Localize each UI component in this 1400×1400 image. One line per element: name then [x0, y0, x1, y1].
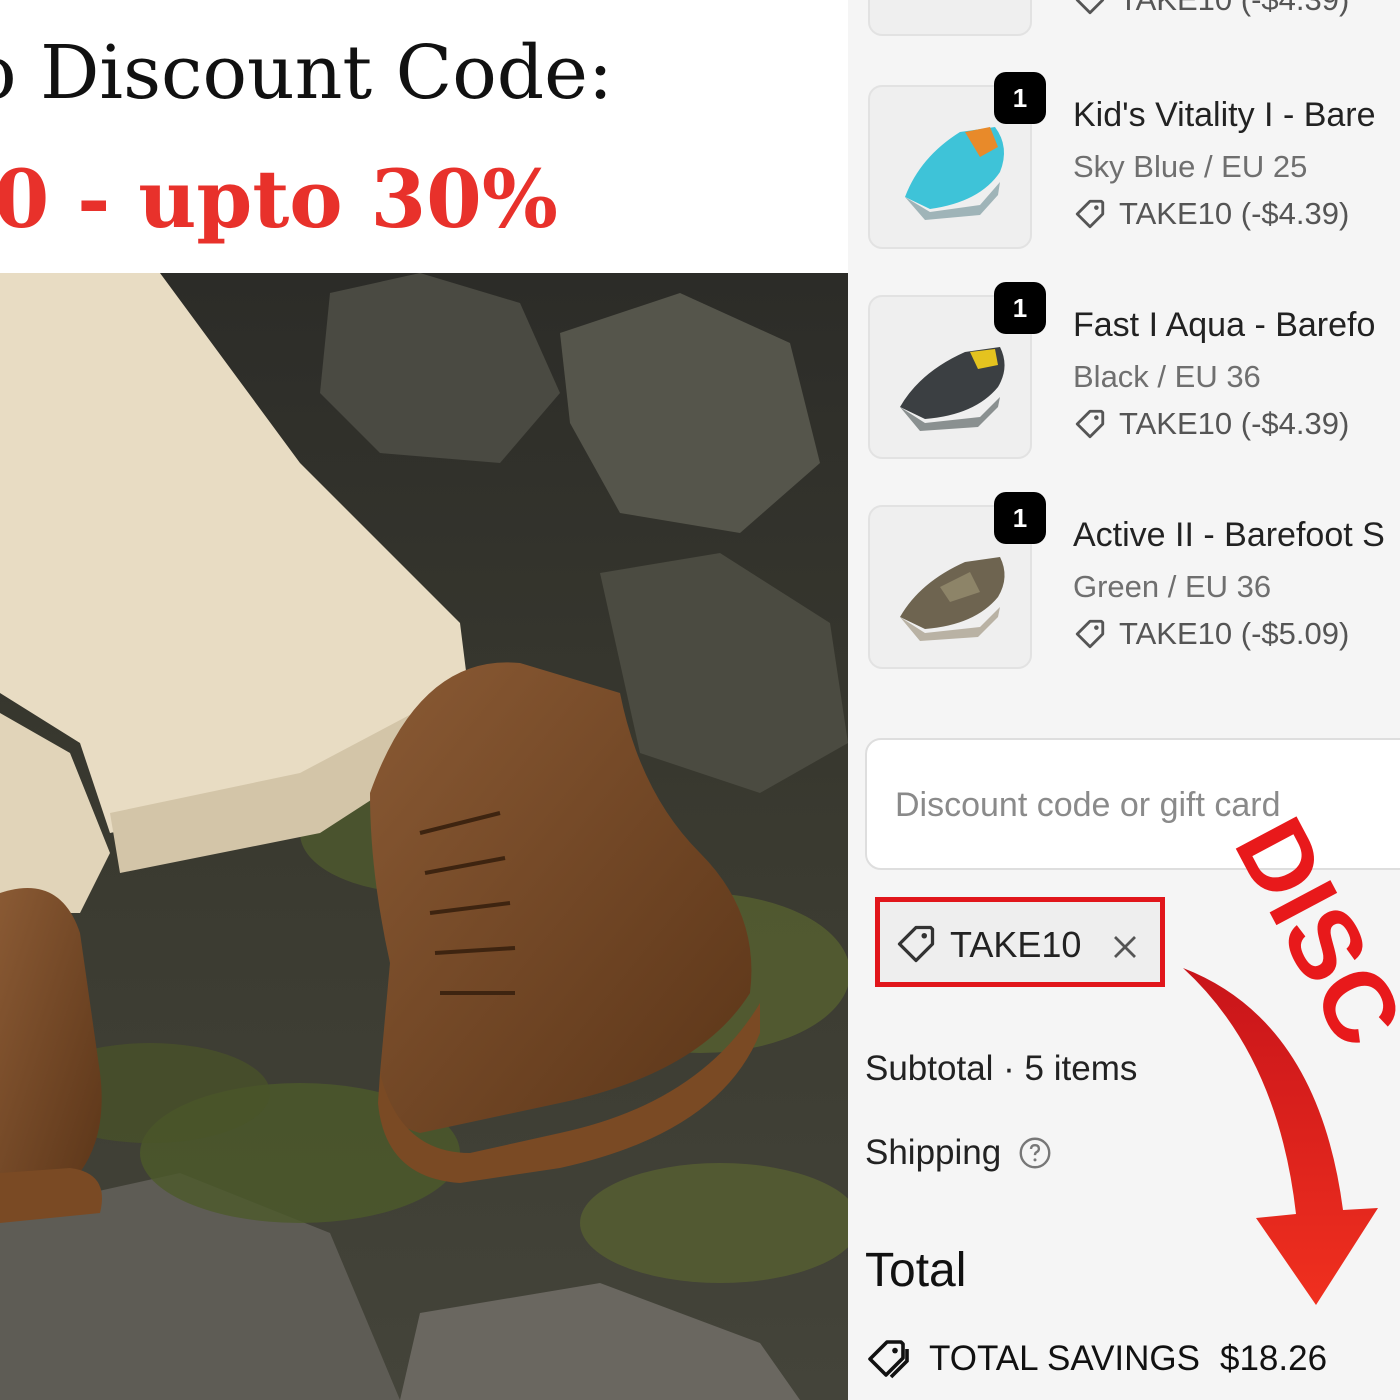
subtotal-label: Subtotal · 5 items — [865, 1049, 1138, 1088]
boot-hiking-photo — [0, 273, 848, 1400]
product-thumbnail[interactable] — [868, 0, 1032, 36]
tag-icon — [1075, 199, 1105, 229]
promo-code-highlight: 10 - upto 30% — [0, 152, 558, 246]
item-discount: TAKE10 (-$5.09) — [1073, 616, 1349, 652]
savings-tag-icon — [868, 1340, 909, 1379]
item-name[interactable]: Fast I Aqua - Barefo — [1073, 306, 1375, 345]
tag-icon — [1075, 0, 1105, 15]
quantity-badge: 1 — [994, 492, 1046, 544]
quantity-badge: 1 — [994, 72, 1046, 124]
item-variant: Green / EU 36 — [1073, 569, 1272, 604]
remove-code-icon[interactable] — [1110, 932, 1140, 962]
item-variant: Black / EU 36 — [1073, 359, 1261, 394]
quantity-badge: 1 — [994, 282, 1046, 334]
applied-discount-chip: TAKE10 — [875, 897, 1165, 987]
item-discount: TAKE10 (-$4.39) — [1073, 196, 1349, 232]
total-savings-row: TOTAL SAVINGS $18.26 — [865, 1335, 1327, 1383]
tag-icon — [1075, 619, 1105, 649]
item-name[interactable]: Kid's Vitality I - Bare — [1073, 96, 1376, 135]
checkout-summary: TAKE10 (-$4.39) 1 Kid's Vitality I - Bar… — [848, 0, 1400, 1400]
red-arrow-icon — [1183, 968, 1378, 1305]
tag-icon — [897, 925, 935, 963]
shipping-row: Shipping — [865, 1133, 1053, 1173]
shipping-label: Shipping — [865, 1133, 1002, 1172]
item-discount: TAKE10 (-$4.39) — [1073, 0, 1349, 18]
total-label: Total — [865, 1244, 967, 1297]
tag-icon — [1075, 409, 1105, 439]
help-icon[interactable] — [1017, 1135, 1053, 1171]
total-savings-value: $18.26 — [1220, 1339, 1328, 1378]
promo-panel: o Discount Code: 10 - upto 30% — [0, 0, 848, 1400]
total-savings-label: TOTAL SAVINGS — [929, 1339, 1200, 1378]
item-variant: Sky Blue / EU 25 — [1073, 149, 1308, 184]
item-discount: TAKE10 (-$4.39) — [1073, 406, 1349, 442]
promo-heading: o Discount Code: — [0, 30, 613, 116]
applied-code-label: TAKE10 — [950, 924, 1082, 965]
item-name[interactable]: Active II - Barefoot S — [1073, 516, 1385, 555]
